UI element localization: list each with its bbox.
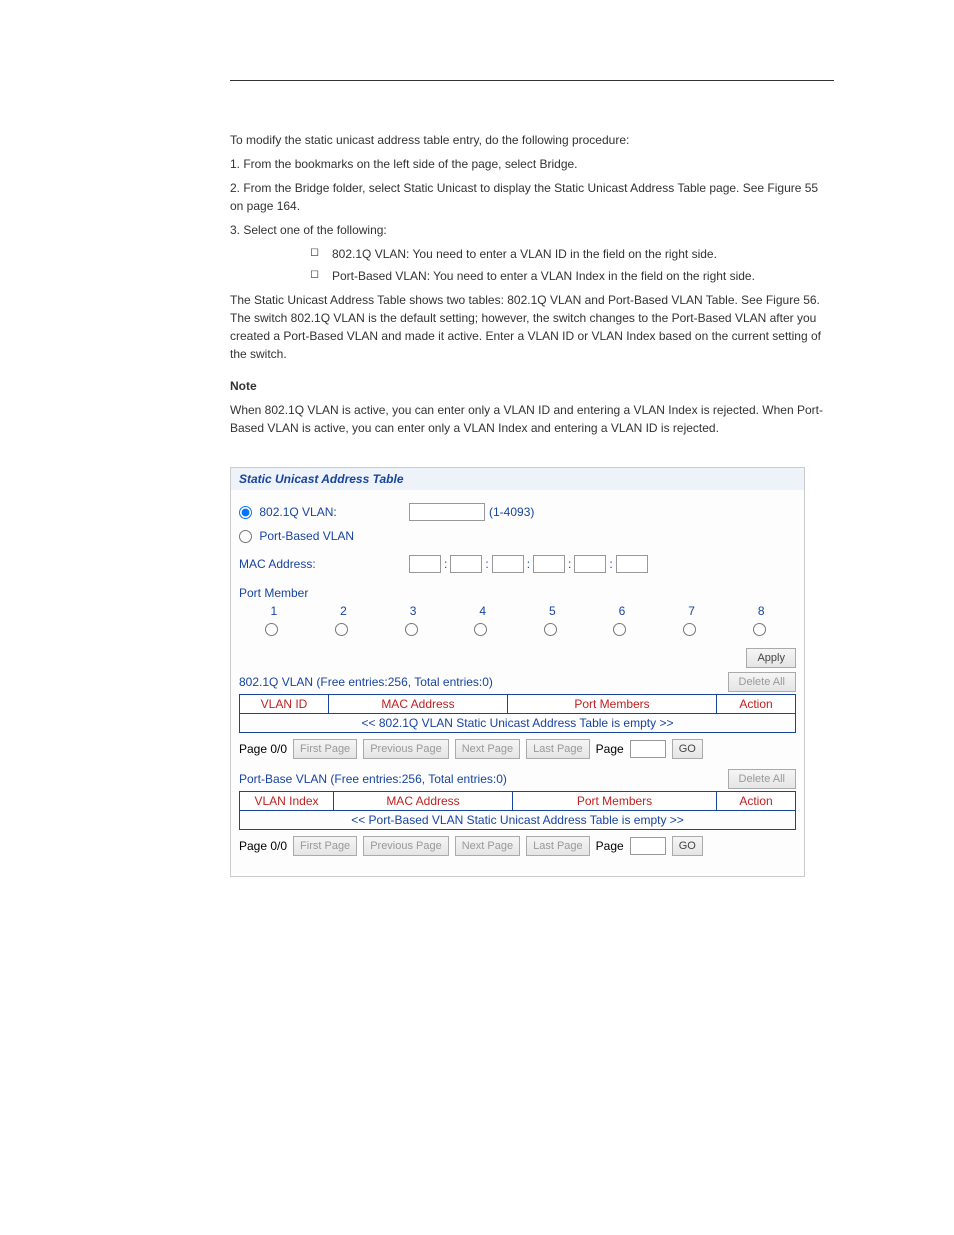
mac-octet-4[interactable] <box>533 555 565 573</box>
page-input-1[interactable] <box>630 740 666 758</box>
radio-8021q-vlan-input[interactable] <box>239 506 252 519</box>
page-input-2[interactable] <box>630 837 666 855</box>
vlan-range-label: (1-4093) <box>489 505 534 519</box>
mac-octet-1[interactable] <box>409 555 441 573</box>
port-radio-4[interactable] <box>474 623 487 636</box>
port-label-2: 2 <box>309 604 379 618</box>
port-label-5: 5 <box>518 604 588 618</box>
delete-all-button-8021q[interactable]: Delete All <box>728 672 796 692</box>
static-unicast-panel: Static Unicast Address Table 802.1Q VLAN… <box>230 467 805 877</box>
col-action-2: Action <box>717 792 796 811</box>
port-radio-1[interactable] <box>265 623 278 636</box>
port-radio-3[interactable] <box>405 623 418 636</box>
doc-step-2: 2. From the Bridge folder, select Static… <box>230 179 834 215</box>
last-page-button-2[interactable]: Last Page <box>526 836 590 856</box>
radio-port-based-vlan[interactable]: Port-Based VLAN <box>239 529 354 543</box>
pager-page-label-2: Page 0/0 <box>239 839 287 853</box>
doc-bullet-1: 802.1Q VLAN: You need to enter a VLAN ID… <box>332 245 834 263</box>
col-port-members: Port Members <box>508 695 717 714</box>
mac-octet-2[interactable] <box>450 555 482 573</box>
previous-page-button-1[interactable]: Previous Page <box>363 739 449 759</box>
port-number-row: 1 2 3 4 5 6 7 8 <box>239 604 796 618</box>
radio-8021q-vlan[interactable]: 802.1Q VLAN: <box>239 505 337 519</box>
panel-title: Static Unicast Address Table <box>231 468 804 490</box>
delete-all-button-portbase[interactable]: Delete All <box>728 769 796 789</box>
port-radio-7[interactable] <box>683 623 696 636</box>
doc-step-3: 3. Select one of the following: <box>230 221 834 239</box>
radio-port-based-vlan-input[interactable] <box>239 530 252 543</box>
doc-bullet-2: Port-Based VLAN: You need to enter a VLA… <box>332 267 834 285</box>
table-8021q: VLAN ID MAC Address Port Members Action … <box>239 694 796 733</box>
port-label-3: 3 <box>378 604 448 618</box>
previous-page-button-2[interactable]: Previous Page <box>363 836 449 856</box>
port-member-heading: Port Member <box>239 586 796 600</box>
port-radio-8[interactable] <box>753 623 766 636</box>
apply-button[interactable]: Apply <box>746 648 796 668</box>
port-label-4: 4 <box>448 604 518 618</box>
mac-octet-6[interactable] <box>616 555 648 573</box>
col-vlan-id: VLAN ID <box>240 695 329 714</box>
bullet-icon: ◻ <box>310 245 332 263</box>
go-button-2[interactable]: GO <box>672 836 703 856</box>
mac-octet-5[interactable] <box>574 555 606 573</box>
section-8021q-label: 802.1Q VLAN (Free entries:256, Total ent… <box>239 675 493 689</box>
doc-para-1: To modify the static unicast address tab… <box>230 131 834 149</box>
col-mac-address-2: MAC Address <box>334 792 513 811</box>
port-label-8: 8 <box>726 604 796 618</box>
page-word-2: Page <box>596 839 624 853</box>
col-action: Action <box>717 695 796 714</box>
first-page-button-1[interactable]: First Page <box>293 739 357 759</box>
go-button-1[interactable]: GO <box>672 739 703 759</box>
note-body: When 802.1Q VLAN is active, you can ente… <box>230 401 834 437</box>
mac-address-label: MAC Address: <box>239 557 409 571</box>
doc-step-1: 1. From the bookmarks on the left side o… <box>230 155 834 173</box>
table-8021q-empty: << 802.1Q VLAN Static Unicast Address Ta… <box>240 714 796 733</box>
port-label-7: 7 <box>657 604 727 618</box>
page-word-1: Page <box>596 742 624 756</box>
vlan-id-input[interactable] <box>409 503 485 521</box>
table-portbase-empty: << Port-Based VLAN Static Unicast Addres… <box>240 811 796 830</box>
first-page-button-2[interactable]: First Page <box>293 836 357 856</box>
port-radio-2[interactable] <box>335 623 348 636</box>
note-label: Note <box>230 379 257 393</box>
next-page-button-1[interactable]: Next Page <box>455 739 520 759</box>
last-page-button-1[interactable]: Last Page <box>526 739 590 759</box>
header-rule <box>230 80 834 81</box>
port-radio-5[interactable] <box>544 623 557 636</box>
document-text: To modify the static unicast address tab… <box>230 131 834 437</box>
port-label-1: 1 <box>239 604 309 618</box>
section-portbase-label: Port-Base VLAN (Free entries:256, Total … <box>239 772 507 786</box>
table-portbase: VLAN Index MAC Address Port Members Acti… <box>239 791 796 830</box>
pager-page-label-1: Page 0/0 <box>239 742 287 756</box>
doc-para-5: The Static Unicast Address Table shows t… <box>230 291 834 363</box>
col-mac-address: MAC Address <box>329 695 508 714</box>
port-radio-6[interactable] <box>613 623 626 636</box>
bullet-icon: ◻ <box>310 267 332 285</box>
mac-octet-3[interactable] <box>492 555 524 573</box>
port-label-6: 6 <box>587 604 657 618</box>
col-vlan-index: VLAN Index <box>240 792 334 811</box>
col-port-members-2: Port Members <box>513 792 717 811</box>
next-page-button-2[interactable]: Next Page <box>455 836 520 856</box>
